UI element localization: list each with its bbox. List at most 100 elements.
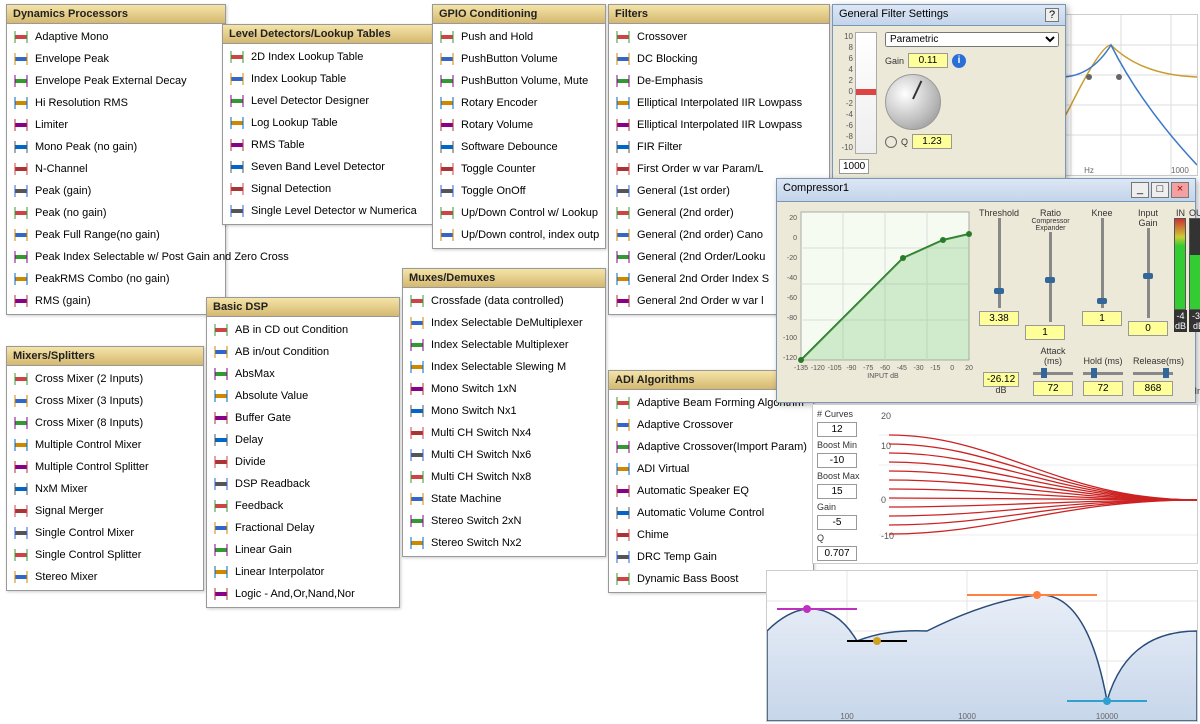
list-item[interactable]: Stereo Switch 2xN [403,510,605,532]
list-item[interactable]: Peak (no gain) [7,202,225,224]
list-item[interactable]: Feedback [207,495,399,517]
list-item[interactable]: Index Lookup Table [223,68,453,90]
q-knob[interactable] [885,74,941,130]
list-item[interactable]: Linear Interpolator [207,561,399,583]
list-item[interactable]: State Machine [403,488,605,510]
list-item[interactable]: De-Emphasis [609,70,829,92]
hold-value[interactable]: 72 [1083,381,1123,396]
list-item[interactable]: Adaptive Crossover [609,414,813,436]
filter-type-dropdown[interactable]: Parametric [885,32,1059,47]
list-item[interactable]: Toggle OnOff [433,180,605,202]
list-item[interactable]: Up/Down control, index outp [433,224,605,246]
ratio-value[interactable]: 1 [1025,325,1065,340]
list-item[interactable]: PushButton Volume [433,48,605,70]
list-item[interactable]: Peak (gain) [7,180,225,202]
gain-slider[interactable] [855,32,877,154]
inputgain-slider[interactable] [1147,228,1150,318]
list-item[interactable]: PeakRMS Combo (no gain) [7,268,225,290]
list-item[interactable]: Logic - And,Or,Nand,Nor [207,583,399,605]
hold-slider[interactable] [1083,372,1123,375]
list-item[interactable]: First Order w var Param/L [609,158,829,180]
knee-slider[interactable] [1101,218,1104,308]
list-item[interactable]: 2D Index Lookup Table [223,46,453,68]
inputgain-value[interactable]: 0 [1128,321,1168,336]
list-item[interactable]: Toggle Counter [433,158,605,180]
list-item[interactable]: Multi CH Switch Nx8 [403,466,605,488]
list-item[interactable]: N-Channel [7,158,225,180]
list-item[interactable]: Adaptive Crossover(Import Param) [609,436,813,458]
list-item[interactable]: NxM Mixer [7,478,203,500]
list-item[interactable]: Mono Peak (no gain) [7,136,225,158]
list-item[interactable]: Hi Resolution RMS [7,92,225,114]
boostmin-input[interactable] [817,453,857,468]
list-item[interactable]: Mono Switch Nx1 [403,400,605,422]
list-item[interactable]: Multi CH Switch Nx4 [403,422,605,444]
list-item[interactable]: Index Selectable Slewing M [403,356,605,378]
attack-slider[interactable] [1033,372,1073,375]
ratio-slider[interactable] [1049,232,1052,322]
window-controls[interactable]: _ □ × [1131,182,1189,198]
list-item[interactable]: Up/Down Control w/ Lookup [433,202,605,224]
list-item[interactable]: Multi CH Switch Nx6 [403,444,605,466]
list-item[interactable]: Log Lookup Table [223,112,453,134]
list-item[interactable]: Signal Merger [7,500,203,522]
list-item[interactable]: Single Level Detector w Numerica [223,200,453,222]
list-item[interactable]: Crossover [609,26,829,48]
list-item[interactable]: Peak Full Range(no gain) [7,224,225,246]
list-item[interactable]: Signal Detection [223,178,453,200]
list-item[interactable]: Adaptive Mono [7,26,225,48]
list-item[interactable]: DRC Temp Gain [609,546,813,568]
threshold-value[interactable]: 3.38 [979,311,1019,326]
list-item[interactable]: Elliptical Interpolated IIR Lowpass [609,92,829,114]
list-item[interactable]: DC Blocking [609,48,829,70]
list-item[interactable]: AB in CD out Condition [207,319,399,341]
list-item[interactable]: Crossfade (data controlled) [403,290,605,312]
list-item[interactable]: DSP Readback [207,473,399,495]
list-item[interactable]: FIR Filter [609,136,829,158]
knee-value[interactable]: 1 [1082,311,1122,326]
attack-value[interactable]: 72 [1033,381,1073,396]
threshold-slider[interactable] [998,218,1001,308]
list-item[interactable]: Single Control Mixer [7,522,203,544]
q-value[interactable]: 1.23 [912,134,952,149]
list-item[interactable]: Envelope Peak External Decay [7,70,225,92]
list-item[interactable]: Level Detector Designer [223,90,453,112]
list-item[interactable]: Software Debounce [433,136,605,158]
list-item[interactable]: RMS (gain) [7,290,225,312]
list-item[interactable]: Rotary Encoder [433,92,605,114]
list-item[interactable]: Chime [609,524,813,546]
help-icon[interactable]: ? [1045,8,1059,22]
release-slider[interactable] [1133,372,1173,375]
list-item[interactable]: PushButton Volume, Mute [433,70,605,92]
list-item[interactable]: Stereo Switch Nx2 [403,532,605,554]
list-item[interactable]: Cross Mixer (3 Inputs) [7,390,203,412]
list-item[interactable]: Envelope Peak [7,48,225,70]
q-radio[interactable] [885,136,897,148]
list-item[interactable]: Mono Switch 1xN [403,378,605,400]
list-item[interactable]: AB in/out Condition [207,341,399,363]
curvegain-input[interactable] [817,515,857,530]
list-item[interactable]: Cross Mixer (8 Inputs) [7,412,203,434]
list-item[interactable]: Seven Band Level Detector [223,156,453,178]
list-item[interactable]: Fractional Delay [207,517,399,539]
list-item[interactable]: Automatic Speaker EQ [609,480,813,502]
list-item[interactable]: Peak Index Selectable w/ Post Gain and Z… [7,246,225,268]
list-item[interactable]: Linear Gain [207,539,399,561]
curveq-input[interactable] [817,546,857,561]
list-item[interactable]: RMS Table [223,134,453,156]
numcurves-input[interactable] [817,422,857,437]
list-item[interactable]: Single Control Splitter [7,544,203,566]
list-item[interactable]: Divide [207,451,399,473]
list-item[interactable]: AbsMax [207,363,399,385]
list-item[interactable]: Cross Mixer (2 Inputs) [7,368,203,390]
list-item[interactable]: Multiple Control Mixer [7,434,203,456]
release-value[interactable]: 868 [1133,381,1173,396]
list-item[interactable]: Multiple Control Splitter [7,456,203,478]
list-item[interactable]: Absolute Value [207,385,399,407]
info-icon[interactable]: i [952,54,966,68]
list-item[interactable]: ADI Virtual [609,458,813,480]
compressor-window[interactable]: Compressor1 _ □ × -135-120-105-90-75-60 [776,178,1196,403]
list-item[interactable]: Rotary Volume [433,114,605,136]
list-item[interactable]: Delay [207,429,399,451]
list-item[interactable]: Elliptical Interpolated IIR Lowpass [609,114,829,136]
